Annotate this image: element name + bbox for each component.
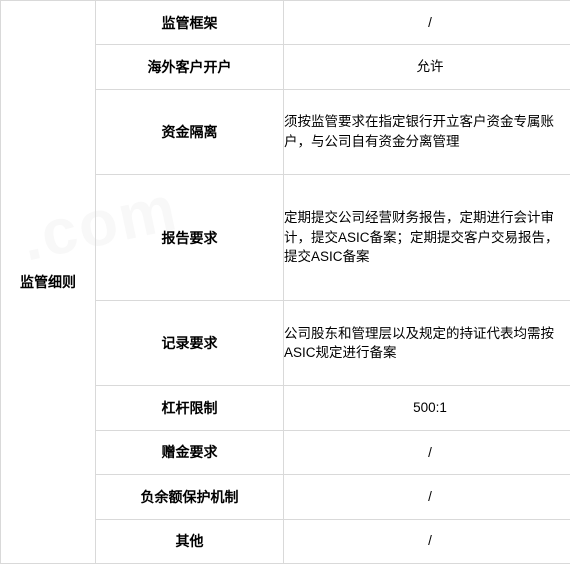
- row-value-bonus-requirements: /: [283, 429, 570, 476]
- row-label-bonus-requirements: 赠金要求: [95, 429, 284, 476]
- row-label-overseas-account-opening: 海外客户开户: [95, 44, 284, 90]
- row-value-regulatory-framework: /: [283, 0, 570, 46]
- row-label-negative-balance-protection: 负余额保护机制: [95, 474, 284, 520]
- row-value-overseas-account-opening: 允许: [283, 44, 570, 90]
- row-value-fund-segregation: 须按监管要求在指定银行开立客户资金专属账户，与公司自有资金分离管理: [283, 88, 570, 175]
- row-value-negative-balance-protection: /: [283, 474, 570, 520]
- row-group-header-regulatory-details: 监管细则: [0, 0, 96, 564]
- table-row: 监管细则 监管框架 /: [0, 0, 570, 564]
- row-label-regulatory-framework: 监管框架: [95, 0, 284, 46]
- row-label-fund-segregation: 资金隔离: [95, 88, 284, 175]
- row-label-leverage-limit: 杠杆限制: [95, 385, 284, 431]
- row-label-other: 其他: [95, 518, 284, 564]
- spreadsheet-canvas: .com 监管细则 监管框架 / 海外客户开户 允许 资金隔离 须按监管要求在指…: [0, 0, 570, 564]
- regulatory-details-table: 监管细则 监管框架 / 海外客户开户 允许 资金隔离 须按监管要求在指定银行开立…: [0, 0, 570, 564]
- row-value-other: /: [283, 518, 570, 564]
- row-value-reporting-requirements: 定期提交公司经营财务报告，定期进行会计审计，提交ASIC备案；定期提交客户交易报…: [283, 173, 570, 302]
- row-label-reporting-requirements: 报告要求: [95, 173, 284, 302]
- row-value-record-requirements: 公司股东和管理层以及规定的持证代表均需按ASIC规定进行备案: [283, 300, 570, 387]
- row-value-leverage-limit: 500:1: [283, 385, 570, 431]
- row-label-record-requirements: 记录要求: [95, 300, 284, 387]
